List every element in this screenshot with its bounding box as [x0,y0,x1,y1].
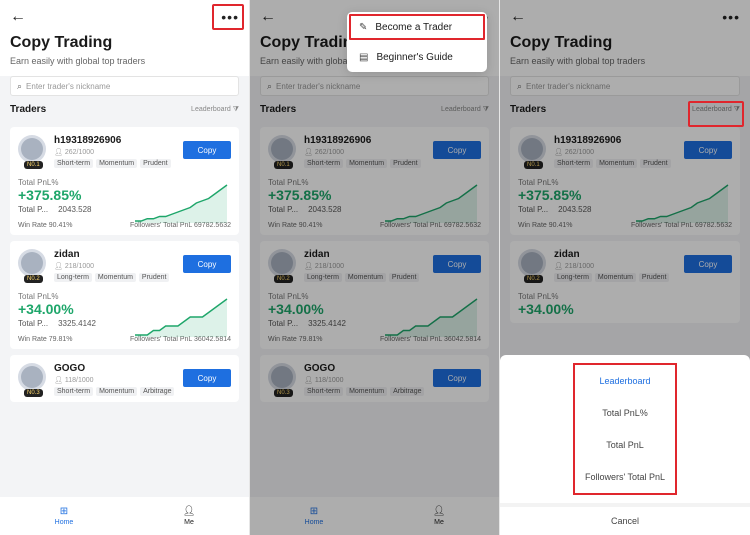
followers-pnl-value: 69782.5632 [194,222,231,229]
rank-badge: N0.1 [24,161,43,169]
avatar: N0.2 [18,249,46,283]
tag: Momentum [96,387,138,396]
followers-pnl-value: 36042.5814 [194,336,231,343]
menu-item-label: Beginner's Guide [376,51,453,63]
trader-card[interactable]: N0.1 h19318926906 👤︎ 262/1000 Short-term… [10,127,239,235]
home-icon: ⊞ [59,506,69,517]
copy-button[interactable]: Copy [183,255,231,273]
sort-options: Leaderboard Total PnL% Total PnL Followe… [573,363,677,495]
sort-option-total-pnl[interactable]: Total PnL [575,429,675,461]
win-rate-label: Win Rate [18,222,47,229]
total-pnl-value: 3325.4142 [58,319,96,328]
total-pnl-label: Total P... [18,319,49,328]
sparkline-area [135,299,227,337]
tab-me[interactable]: 👤︎ Me [183,506,196,526]
bottom-tabbar: ⊞ Home 👤︎ Me [0,497,249,535]
win-rate-value: 90.41% [48,222,73,229]
menu-item-beginners-guide[interactable]: ▤ Beginner's Guide [347,42,487,72]
copy-button[interactable]: Copy [183,369,231,387]
sparkline-area [135,185,227,223]
guide-icon: ▤ [359,51,369,63]
tag: Short-term [54,387,94,396]
overlay[interactable] [250,0,499,535]
followers-count: 👤︎ 118/1000 [54,377,94,384]
user-icon: 👤︎ [54,377,63,384]
win-rate-label: Win Rate [18,336,47,343]
more-menu: ✎ Become a Trader ▤ Beginner's Guide [347,12,487,72]
followers-count: 👤︎ 262/1000 [54,149,95,156]
cancel-button[interactable]: Cancel [500,503,750,535]
sort-option-total-pnl-pct[interactable]: Total PnL% [575,397,675,429]
panel-menu: ← ••• Copy Trading Earn easily with glob… [250,0,500,535]
leaderboard-link[interactable]: Leaderboard ⧩ [191,106,239,114]
rank-badge: N0.2 [24,275,43,283]
trader-name: GOGO [54,363,86,374]
tag: Short-term [54,159,94,168]
followers-count: 👤︎ 218/1000 [54,263,95,270]
user-icon: 👤︎ [182,506,196,517]
pnl-sparkline [135,298,228,337]
menu-item-become-trader[interactable]: ✎ Become a Trader [347,12,487,42]
followers-pnl-label: Followers' Total PnL [130,336,193,343]
tab-home[interactable]: ⊞ Home [55,506,74,526]
trader-name: zidan [54,249,80,260]
panel-sort: ← ••• Copy Trading Earn easily with glob… [500,0,750,535]
search-icon: ⌕ [17,80,23,91]
edit-icon: ✎ [359,21,368,33]
panel-default: ← ••• Copy Trading Earn easily with glob… [0,0,250,535]
avatar: N0.1 [18,135,46,169]
tag: Arbitrage [140,387,175,396]
total-pnl-label: Total P... [18,205,49,214]
page-subtitle: Earn easily with global top traders [0,52,249,76]
trader-card[interactable]: N0.2 zidan 👤︎ 218/1000 Long-term Momentu… [10,241,239,349]
sort-option-leaderboard[interactable]: Leaderboard [575,365,675,397]
total-pnl-value: 2043.528 [58,205,92,214]
tag: Prudent [138,273,170,282]
user-icon: 👤︎ [54,149,63,156]
sort-sheet: Leaderboard Total PnL% Total PnL Followe… [500,355,750,535]
followers-pnl-label: Followers' Total PnL [130,222,193,229]
tag: Momentum [96,159,138,168]
search-placeholder: Enter trader's nickname [26,81,111,91]
tag: Prudent [140,159,171,168]
back-arrow-icon[interactable]: ← [10,8,26,26]
avatar: N0.3 [18,363,46,397]
filter-icon: ⧩ [232,105,239,113]
win-rate-value: 79.81% [48,336,73,343]
menu-item-label: Become a Trader [375,21,453,33]
page-title: Copy Trading [0,34,249,52]
traders-title: Traders [10,104,47,115]
user-icon: 👤︎ [54,263,63,270]
highlight-leaderboard [688,101,744,127]
traders-header: Traders Leaderboard ⧩ [0,96,249,121]
highlight-more [212,4,244,30]
copy-button[interactable]: Copy [183,141,231,159]
rank-badge: N0.3 [24,389,43,397]
search-input[interactable]: ⌕ Enter trader's nickname [10,76,239,96]
sort-option-followers-total-pnl[interactable]: Followers' Total PnL [575,461,675,493]
tag: Momentum [94,273,136,282]
tag: Long-term [54,273,92,282]
pnl-sparkline [135,184,228,223]
trader-name: h19318926906 [54,135,122,146]
trader-card[interactable]: N0.3 GOGO 👤︎ 118/1000 Short-term Momentu… [10,355,239,402]
